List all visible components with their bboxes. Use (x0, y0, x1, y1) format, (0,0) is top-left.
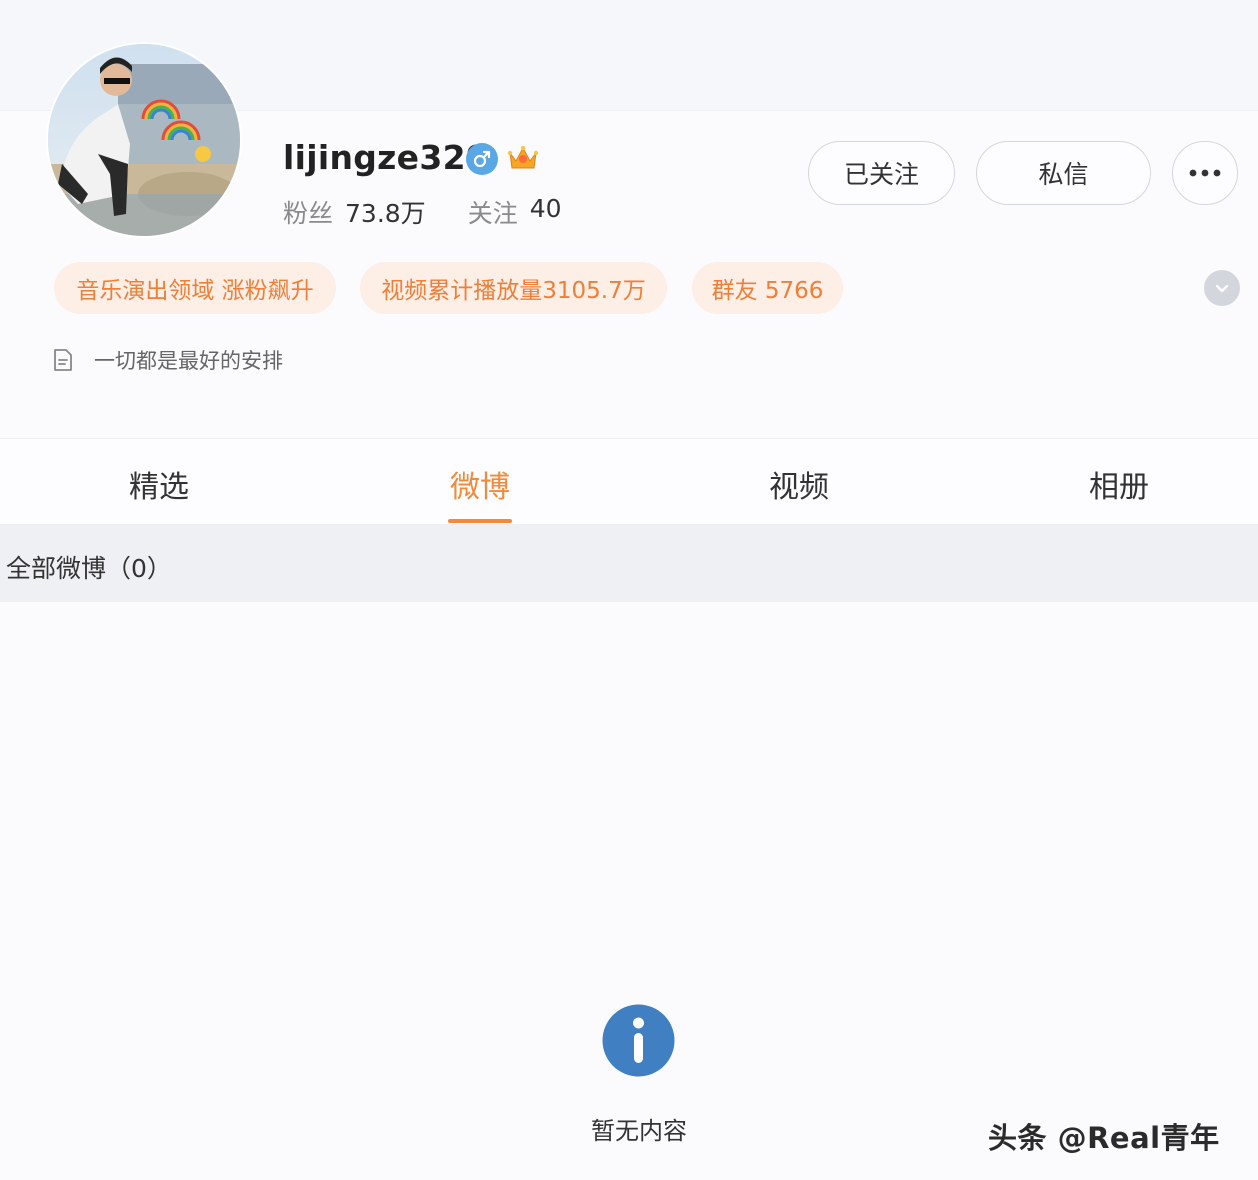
fans-label[interactable]: 粉丝 (283, 194, 333, 230)
following-label[interactable]: 关注 (468, 194, 518, 230)
username: lijingze329 (283, 138, 490, 177)
feed-content (0, 602, 1258, 1180)
stats-spacer (426, 194, 468, 230)
active-tab-indicator (448, 519, 512, 523)
bio-text: 一切都是最好的安排 (94, 349, 283, 373)
chevron-down-icon[interactable] (1204, 270, 1240, 306)
more-button[interactable] (1172, 141, 1238, 205)
avatar[interactable] (48, 44, 240, 236)
crown-icon[interactable] (506, 141, 540, 175)
more-dots-icon (1189, 169, 1221, 177)
tag-music-rising[interactable]: 音乐演出领域 涨粉飙升 (54, 262, 336, 314)
followed-button[interactable]: 已关注 (808, 141, 955, 205)
tag-group-friends[interactable]: 群友 5766 (692, 262, 843, 314)
tab-video[interactable]: 视频 (719, 462, 879, 506)
document-icon (52, 348, 74, 372)
watermark: 头条 @Real青年 (988, 1121, 1220, 1155)
tab-album[interactable]: 相册 (1039, 462, 1199, 506)
fans-count[interactable]: 73.8万 (345, 194, 426, 230)
male-icon (466, 143, 498, 175)
info-icon (601, 1003, 676, 1078)
profile-page: lijingze329 粉丝 73.8万 关注 40 已关注 私信 音乐演出领域… (0, 0, 1258, 1180)
profile-stats: 粉丝 73.8万 关注 40 (283, 194, 562, 230)
avatar-photo (48, 44, 240, 236)
section-header (0, 524, 1258, 602)
tab-featured[interactable]: 精选 (79, 462, 239, 506)
section-title[interactable]: 全部微博（0） (6, 549, 172, 585)
message-button[interactable]: 私信 (976, 141, 1151, 205)
tab-weibo[interactable]: 微博 (400, 462, 560, 506)
following-count[interactable]: 40 (530, 194, 562, 230)
tag-video-plays[interactable]: 视频累计播放量3105.7万 (360, 262, 667, 314)
empty-state-text: 暂无内容 (591, 1117, 687, 1145)
